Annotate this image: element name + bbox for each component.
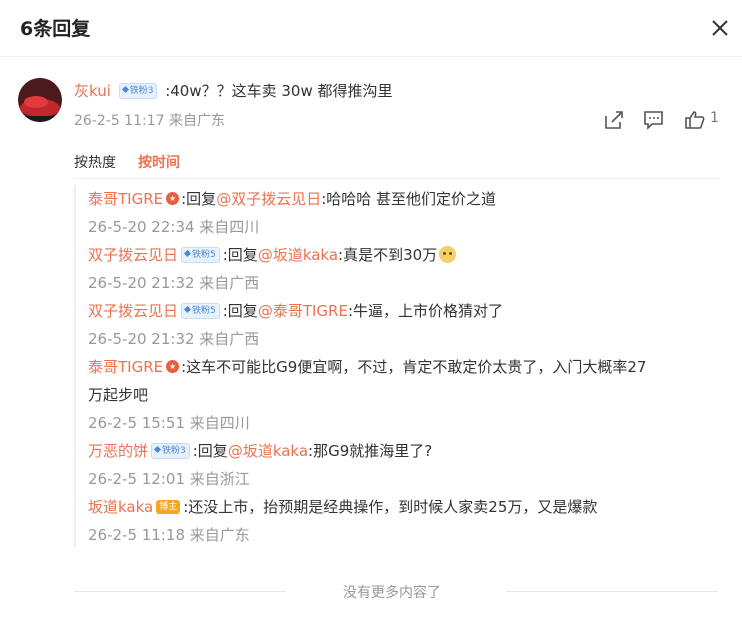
reply-label: :回复 [192,442,228,460]
comment-username[interactable]: 灰kui [74,82,111,100]
list-item: 泰哥TIGRE ★:这车不可能比G9便宜啊，不过，肯定不敢定价太贵了，入门大概率2… [88,353,713,437]
reply-time: 26-5-20 22:34 来自四川 [88,218,260,236]
dialog-header: 6条回复 [0,0,742,57]
list-item: 双子拨云见日 铁粉5 :回复@坂道kaka:真是不到30万 26-5-20 21:3… [88,241,713,297]
reply-username[interactable]: 泰哥TIGRE [88,358,163,376]
diamond-icon [153,445,162,453]
reply-username[interactable]: 双子拨云见日 [88,302,178,320]
reply-text: :那G9就推海里了? [308,442,433,460]
diamond-icon [121,85,129,93]
doge-emoji-icon [439,245,457,263]
reply-time: 26-5-20 21:32 来自广西 [88,274,260,292]
reply-time: 26-2-5 11:18 来自广东 [88,526,250,544]
reply-label: :回复 [181,190,217,208]
divider [74,591,286,592]
comment-text: :40w？？这车卖 30w 都得推沟里 [165,82,393,100]
fan-badge-label: 铁粉5 [192,305,216,316]
fan-badge: 铁粉3 [118,82,158,99]
list-item: 泰哥TIGRE ★:回复@双子拨云见日:哈哈哈 甚至他们定价之道 26-5-20 … [88,185,713,241]
reply-username[interactable]: 双子拨云见日 [88,246,178,264]
vip-icon: ★ [166,192,180,205]
reply-username[interactable]: 万恶的饼 [88,442,148,460]
divider [74,178,720,179]
mention-link[interactable]: @坂道kaka [228,442,308,460]
mention-link[interactable]: @双子拨云见日 [216,190,321,208]
list-item: 坂道kaka 博主:还没上市，抬预期是经典操作，到时候人家卖25万，又是爆款 26… [88,493,713,549]
fan-badge: 铁粉5 [181,302,220,319]
like-icon[interactable] [684,110,706,130]
reply-text: :牛逼，上市价格猜对了 [347,302,503,320]
diamond-icon [183,305,192,313]
fan-badge-label: 铁粉3 [162,445,186,456]
fan-badge: 铁粉3 [151,442,190,459]
list-item: 双子拨云见日 铁粉5 :回复@泰哥TIGRE:牛逼，上市价格猜对了 26-5-20 … [88,297,713,353]
sort-by-time-tab[interactable]: 按时间 [138,155,180,171]
divider [506,591,718,592]
diamond-icon [183,249,192,257]
reply-time: 26-2-5 12:01 来自浙江 [88,470,250,488]
mention-link[interactable]: @坂道kaka [258,246,338,264]
reply-text: :这车不可能比G9便宜啊，不过，肯定不敢定价太贵了，入门大概率27 [181,358,647,376]
sort-tabs: 按热度 按时间 [74,152,202,172]
reply-text-continued: 万起步吧 [88,386,149,404]
mention-link[interactable]: @泰哥TIGRE [258,302,348,320]
reply-username[interactable]: 坂道kaka [88,498,153,516]
comment-icon[interactable] [643,110,665,130]
reply-text: :还没上市，抬预期是经典操作，到时候人家卖25万，又是爆款 [183,498,598,516]
reply-text: :哈哈哈 甚至他们定价之道 [321,190,497,208]
reply-username[interactable]: 泰哥TIGRE [88,190,163,208]
vip-icon: ★ [166,360,180,373]
fan-badge-label: 铁粉5 [192,249,216,260]
share-icon[interactable] [603,110,625,130]
reply-label: :回复 [222,246,258,264]
reply-time: 26-5-20 21:32 来自广西 [88,330,260,348]
reply-time: 26-2-5 15:51 来自四川 [88,414,250,432]
comment-meta: 26-2-5 11:17 来自广东 [74,113,225,129]
fan-badge: 铁粉5 [181,246,220,263]
avatar[interactable] [18,78,62,122]
fan-badge-label: 铁粉3 [129,85,154,96]
blogger-badge: 博主 [156,499,181,514]
reply-list: 泰哥TIGRE ★:回复@双子拨云见日:哈哈哈 甚至他们定价之道 26-5-20 … [74,185,726,547]
reply-label: :回复 [222,302,258,320]
sort-by-hot-tab[interactable]: 按热度 [74,155,116,171]
page-title: 6条回复 [20,18,91,40]
list-item: 万恶的饼 铁粉3 :回复@坂道kaka:那G9就推海里了? 26-2-5 12:01… [88,437,713,493]
main-comment: 灰kui 铁粉3 :40w？？这车卖 30w 都得推沟里 [74,80,724,102]
like-count: 1 [710,110,719,126]
close-icon[interactable] [708,16,732,40]
no-more-content-text: 没有更多内容了 [343,585,441,601]
reply-text: :真是不到30万 [338,246,438,264]
